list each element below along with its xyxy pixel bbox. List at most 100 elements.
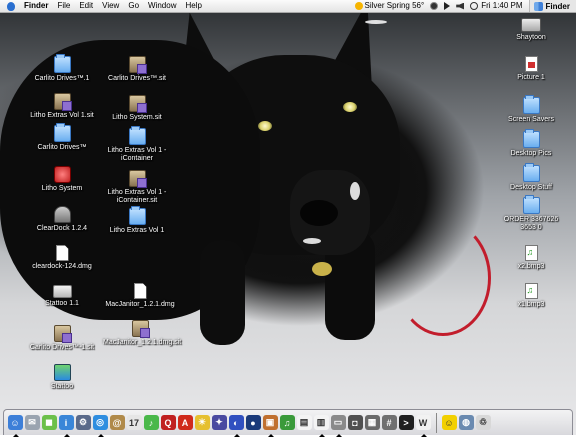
- desktop-icon[interactable]: MacJanitor_1.2.1.dmg: [103, 283, 177, 309]
- active-app-indicator[interactable]: Finder: [528, 0, 576, 12]
- dock-item-safari[interactable]: ◎: [92, 414, 108, 437]
- weather-sun-icon: [354, 2, 363, 10]
- desktop-icon[interactable]: Litho Extras Vol 1: [100, 206, 174, 235]
- dock-item-ichat[interactable]: ◼: [41, 414, 57, 432]
- desktop-icon[interactable]: x2.bmp3: [494, 245, 568, 271]
- desktop-icon[interactable]: Shaytoon: [494, 15, 568, 42]
- textedit-icon: W: [415, 415, 431, 430]
- desktop-icon[interactable]: Desktop Stuff: [494, 163, 568, 192]
- dock-item-terminal[interactable]: >: [398, 414, 414, 432]
- menu-view[interactable]: View: [102, 0, 119, 12]
- desktop-icon[interactable]: Stattoo: [25, 364, 99, 391]
- desktop-icon[interactable]: Carlito Drives™: [25, 123, 99, 152]
- document-icon: [133, 283, 147, 299]
- dock-item-calculator[interactable]: #: [381, 414, 397, 432]
- desktop-icon[interactable]: x1.bmp3: [494, 283, 568, 309]
- volume-icon[interactable]: [456, 2, 465, 10]
- dock-item-smiley[interactable]: ☺: [441, 414, 457, 432]
- desktop-icon[interactable]: Litho Extras Vol 1.sit: [25, 93, 99, 120]
- menu-help[interactable]: Help: [185, 0, 201, 12]
- dock-item-trash[interactable]: ♲: [475, 414, 491, 432]
- icon-label: Litho Extras Vol 1.sit: [30, 112, 94, 119]
- menu-clock[interactable]: Fri 1:40 PM: [481, 0, 522, 12]
- weather-icon: ☀: [194, 415, 210, 430]
- icon-label: Litho Extras Vol 1: [109, 227, 165, 234]
- dock-item-sync[interactable]: ◐: [228, 414, 244, 437]
- menu-file[interactable]: File: [57, 0, 70, 12]
- dog-eye-left: [258, 121, 272, 131]
- dock-item-ical[interactable]: 17: [126, 414, 142, 432]
- dock-item-photo[interactable]: ▣: [262, 414, 278, 437]
- stuffit-archive-icon: [131, 320, 150, 338]
- audio-file-icon: [524, 245, 538, 261]
- desktop-icon[interactable]: Litho Extras Vol 1 - iContainer.sit: [100, 170, 174, 205]
- desktop-icon[interactable]: ORDER 3367626 3653 0: [494, 195, 568, 232]
- disk-utility-icon: ▦: [364, 415, 380, 430]
- desktop-icon[interactable]: Litho System: [25, 166, 99, 193]
- acrobat-icon: A: [177, 415, 193, 430]
- desktop-icon[interactable]: Stattoo 1.1: [25, 282, 99, 308]
- weather-readout[interactable]: Silver Spring 56°: [365, 0, 425, 12]
- icon-label: Carlito Drives™.1: [34, 75, 90, 82]
- desktop-icon[interactable]: Picture 1: [494, 56, 568, 82]
- icon-label: ORDER 3367626 3653 0: [503, 216, 559, 231]
- dock-item-quicktime[interactable]: Q: [160, 414, 176, 432]
- icon-label: MacJanitor_1.2.1.dmg: [105, 301, 175, 308]
- audio-file-icon: [524, 283, 538, 299]
- menu-edit[interactable]: Edit: [79, 0, 93, 12]
- dock-item-preview[interactable]: ▤: [296, 414, 312, 432]
- trash-icon: ♲: [475, 415, 491, 430]
- dock-item-itunes[interactable]: ♪: [143, 414, 159, 432]
- menu-go[interactable]: Go: [128, 0, 139, 12]
- icon-label: Picture 1: [517, 74, 545, 81]
- apple-menu-icon[interactable]: [7, 1, 15, 11]
- dock-item-chart[interactable]: ▥: [313, 414, 329, 437]
- desktop-icon[interactable]: cleardock-124.dmg: [25, 245, 99, 271]
- app-menu-finder[interactable]: Finder: [24, 0, 48, 12]
- folder-icon: [128, 126, 146, 145]
- icon-label: Litho System: [41, 185, 83, 192]
- icon-label: ClearDock 1.2.4: [36, 225, 88, 232]
- desktop-icon[interactable]: Litho Extras Vol 1 - iContainer: [100, 126, 174, 163]
- finder-face-icon: [533, 1, 543, 11]
- dock-item-finder[interactable]: ☺: [7, 414, 23, 437]
- desktop-icon[interactable]: ClearDock 1.2.4: [25, 206, 99, 233]
- icon-label: Shaytoon: [516, 34, 546, 41]
- dock-item-textedit[interactable]: W: [415, 414, 431, 437]
- dock-item-system-preferences[interactable]: ⚙: [75, 414, 91, 432]
- dock: ☺ ✉ ◼ i ⚙ ◎ @17 ♪ Q A ☀ ✦ ◐ ● ▣ ♫ ▤ ▥ ▭ ◘ ▦ # > W ☺ ◍ ♲: [3, 409, 573, 437]
- folder-icon: [53, 54, 71, 73]
- dock-item-address-book[interactable]: @: [109, 414, 125, 432]
- dock-item-music-doc[interactable]: ♫: [279, 414, 295, 432]
- dock-item-image-capture[interactable]: ◘: [347, 414, 363, 432]
- icon-label: Stattoo: [50, 383, 74, 390]
- icon-label: Desktop Pics: [510, 150, 552, 157]
- dock-item-weather[interactable]: ☀: [194, 414, 210, 432]
- litho-system-icon: [53, 166, 71, 183]
- dock-item-network[interactable]: ✦: [211, 414, 227, 432]
- desktop-icon[interactable]: Desktop Pics: [494, 129, 568, 158]
- desktop-icon[interactable]: Carlito Drives™-1.sit: [25, 325, 99, 352]
- dog-eye-right: [343, 102, 357, 112]
- preview-icon: ▤: [296, 415, 312, 430]
- desktop-icon[interactable]: MacJanitor_1.2.1.dmg.sit: [103, 320, 181, 347]
- dock-item-info[interactable]: i: [58, 414, 74, 437]
- menu-window[interactable]: Window: [148, 0, 176, 12]
- desktop-icon[interactable]: Screen Savers: [494, 95, 568, 124]
- dock-item-mail[interactable]: ✉: [24, 414, 40, 432]
- dock-item-acrobat[interactable]: A: [177, 414, 193, 432]
- dock-item-firewire[interactable]: ●: [245, 414, 261, 432]
- finder-icon: ☺: [7, 415, 23, 430]
- desktop-icon[interactable]: Litho System.sit: [100, 95, 174, 122]
- folder-icon: [522, 95, 540, 114]
- dock-item-globe[interactable]: ◍: [458, 414, 474, 432]
- dock-separator: [436, 412, 437, 433]
- dock-item-disk-utility[interactable]: ▦: [364, 414, 380, 432]
- desktop-icon[interactable]: Carlito Drives™.sit: [100, 56, 174, 83]
- icon-label: Stattoo 1.1: [45, 300, 79, 307]
- play-icon[interactable]: [444, 2, 451, 10]
- stuffit-archive-icon: [128, 95, 147, 113]
- display-icon[interactable]: [430, 2, 439, 10]
- desktop-icon[interactable]: Carlito Drives™.1: [25, 54, 99, 83]
- dock-item-printer[interactable]: ▭: [330, 414, 346, 437]
